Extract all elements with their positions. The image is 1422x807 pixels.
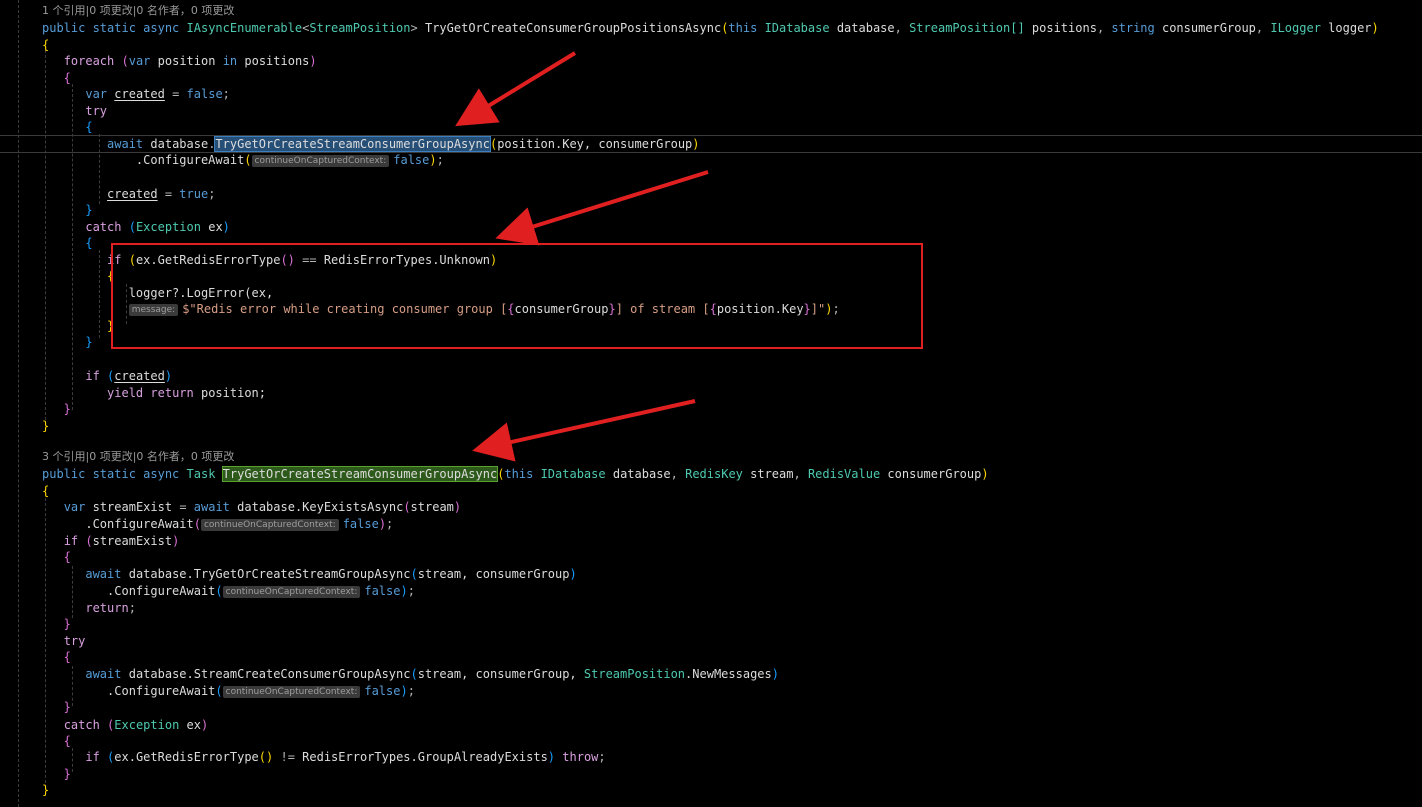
red-arrow-3 bbox=[472, 399, 696, 462]
red-arrow-1 bbox=[455, 51, 577, 127]
red-arrow-2 bbox=[495, 170, 709, 246]
annotation-arrows bbox=[455, 51, 709, 462]
code-editor[interactable]: 1 个引用|0 项更改|0 名作者，0 项更改 public static as… bbox=[0, 0, 1422, 807]
